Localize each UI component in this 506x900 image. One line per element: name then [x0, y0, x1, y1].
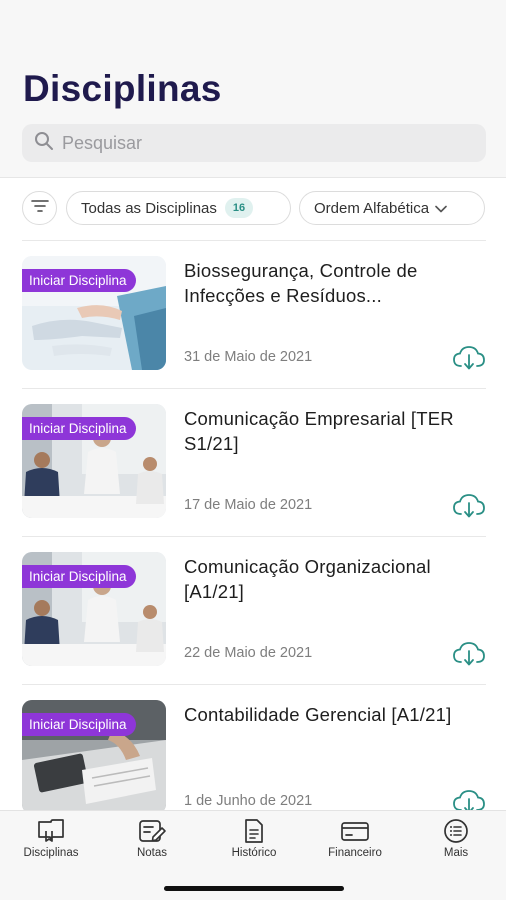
- home-indicator: [164, 886, 344, 891]
- course-thumbnail: Iniciar Disciplina: [22, 552, 166, 666]
- course-list: Iniciar Disciplina Biossegurança, Contro…: [22, 240, 486, 832]
- tab-historico[interactable]: Histórico: [209, 819, 299, 859]
- all-disciplines-chip[interactable]: Todas as Disciplinas 16: [66, 191, 291, 225]
- course-thumbnail: Iniciar Disciplina: [22, 404, 166, 518]
- search-bar[interactable]: [22, 124, 486, 162]
- count-badge: 16: [224, 198, 254, 218]
- tab-label: Mais: [443, 847, 469, 859]
- course-title: Comunicação Empresarial [TER S1/21]: [184, 408, 454, 454]
- header: Disciplinas: [0, 0, 506, 178]
- course-title: Contabilidade Gerencial [A1/21]: [184, 704, 452, 725]
- document-icon: [209, 819, 299, 843]
- course-thumbnail: Iniciar Disciplina: [22, 256, 166, 370]
- cloud-download-icon[interactable]: [452, 641, 486, 667]
- course-date: 17 de Maio de 2021: [184, 497, 313, 513]
- graduation-cap-icon: [6, 819, 96, 843]
- course-title: Comunicação Organizacional [A1/21]: [184, 556, 431, 602]
- tab-disciplinas[interactable]: Disciplinas: [6, 819, 96, 859]
- filter-bar: Todas as Disciplinas 16 Ordem Alfabética: [22, 191, 485, 225]
- search-icon: [34, 131, 54, 156]
- list-item[interactable]: Iniciar Disciplina Biossegurança, Contro…: [22, 240, 486, 388]
- cloud-download-icon[interactable]: [452, 345, 486, 371]
- cloud-download-icon[interactable]: [452, 493, 486, 519]
- credit-card-icon: [310, 819, 400, 843]
- chevron-down-icon: [435, 200, 447, 217]
- filter-button[interactable]: [22, 191, 57, 225]
- list-item[interactable]: Iniciar Disciplina Comunicação Organizac…: [22, 536, 486, 684]
- start-discipline-badge[interactable]: Iniciar Disciplina: [22, 565, 136, 588]
- tab-label: Histórico: [231, 847, 277, 859]
- course-thumbnail: Iniciar Disciplina: [22, 700, 166, 814]
- start-discipline-badge[interactable]: Iniciar Disciplina: [22, 269, 136, 292]
- tab-label: Notas: [136, 847, 168, 859]
- course-date: 31 de Maio de 2021: [184, 349, 313, 365]
- list-item[interactable]: Iniciar Disciplina Comunicação Empresari…: [22, 388, 486, 536]
- page-title: Disciplinas: [23, 68, 222, 109]
- course-date: 22 de Maio de 2021: [184, 645, 313, 661]
- filter-icon: [30, 199, 49, 218]
- start-discipline-badge[interactable]: Iniciar Disciplina: [22, 713, 136, 736]
- course-date: 1 de Junho de 2021: [184, 793, 313, 809]
- all-disciplines-label: Todas as Disciplinas: [81, 199, 217, 217]
- notes-edit-icon: [107, 819, 197, 843]
- tab-notas[interactable]: Notas: [107, 819, 197, 859]
- sort-dropdown[interactable]: Ordem Alfabética: [299, 191, 485, 225]
- course-title: Biossegurança, Controle de Infecções e R…: [184, 260, 418, 306]
- start-discipline-badge[interactable]: Iniciar Disciplina: [22, 417, 136, 440]
- tab-mais[interactable]: Mais: [411, 819, 501, 859]
- sort-label: Ordem Alfabética: [314, 199, 430, 217]
- tab-financeiro[interactable]: Financeiro: [310, 819, 400, 859]
- search-input[interactable]: [62, 132, 462, 154]
- menu-list-icon: [411, 819, 501, 843]
- tab-label: Disciplinas: [23, 847, 79, 859]
- tab-label: Financeiro: [328, 847, 382, 859]
